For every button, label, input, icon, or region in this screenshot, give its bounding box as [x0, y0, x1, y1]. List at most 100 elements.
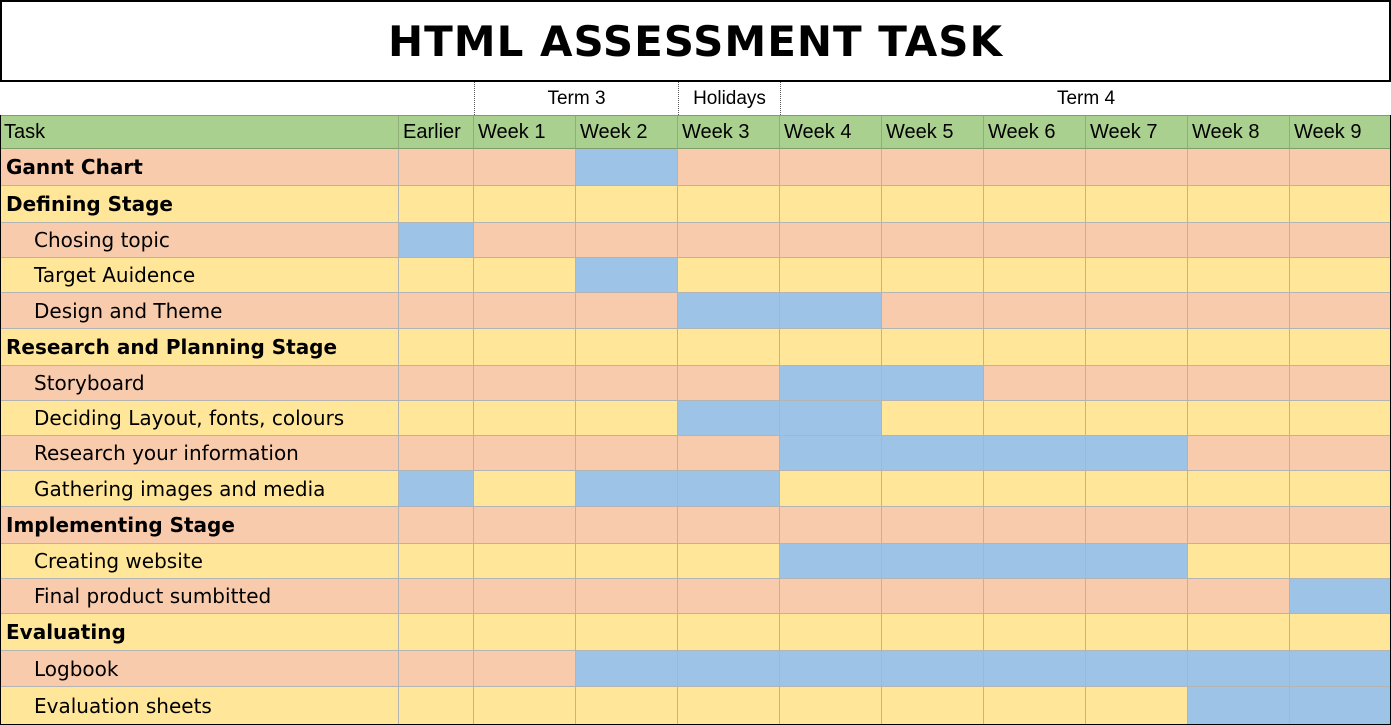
- schedule-cell[interactable]: [576, 223, 678, 258]
- schedule-cell[interactable]: [1188, 436, 1290, 471]
- schedule-cell[interactable]: [1290, 507, 1391, 544]
- scheduled-cell[interactable]: [1086, 436, 1188, 471]
- schedule-cell[interactable]: [882, 687, 984, 725]
- scheduled-cell[interactable]: [399, 471, 474, 507]
- scheduled-cell[interactable]: [1290, 687, 1391, 725]
- schedule-cell[interactable]: [1188, 507, 1290, 544]
- schedule-cell[interactable]: [882, 149, 984, 186]
- schedule-cell[interactable]: [882, 329, 984, 366]
- schedule-cell[interactable]: [984, 293, 1086, 329]
- schedule-cell[interactable]: [399, 149, 474, 186]
- schedule-cell[interactable]: [780, 507, 882, 544]
- schedule-cell[interactable]: [882, 507, 984, 544]
- schedule-cell[interactable]: [780, 471, 882, 507]
- schedule-cell[interactable]: [576, 329, 678, 366]
- schedule-cell[interactable]: [474, 149, 576, 186]
- schedule-cell[interactable]: [1188, 544, 1290, 579]
- schedule-cell[interactable]: [399, 258, 474, 293]
- schedule-cell[interactable]: [399, 651, 474, 687]
- schedule-cell[interactable]: [882, 293, 984, 329]
- schedule-cell[interactable]: [984, 401, 1086, 436]
- schedule-cell[interactable]: [1086, 366, 1188, 401]
- schedule-cell[interactable]: [1290, 471, 1391, 507]
- schedule-cell[interactable]: [1188, 293, 1290, 329]
- schedule-cell[interactable]: [1290, 258, 1391, 293]
- schedule-cell[interactable]: [1188, 329, 1290, 366]
- scheduled-cell[interactable]: [780, 436, 882, 471]
- scheduled-cell[interactable]: [576, 149, 678, 186]
- scheduled-cell[interactable]: [678, 293, 780, 329]
- scheduled-cell[interactable]: [780, 401, 882, 436]
- schedule-cell[interactable]: [882, 186, 984, 223]
- scheduled-cell[interactable]: [1290, 651, 1391, 687]
- schedule-cell[interactable]: [882, 258, 984, 293]
- schedule-cell[interactable]: [576, 544, 678, 579]
- schedule-cell[interactable]: [678, 436, 780, 471]
- schedule-cell[interactable]: [474, 329, 576, 366]
- scheduled-cell[interactable]: [1086, 651, 1188, 687]
- schedule-cell[interactable]: [984, 258, 1086, 293]
- schedule-cell[interactable]: [474, 614, 576, 651]
- schedule-cell[interactable]: [780, 223, 882, 258]
- schedule-cell[interactable]: [780, 149, 882, 186]
- schedule-cell[interactable]: [576, 579, 678, 614]
- schedule-cell[interactable]: [984, 471, 1086, 507]
- schedule-cell[interactable]: [984, 614, 1086, 651]
- schedule-cell[interactable]: [1188, 614, 1290, 651]
- schedule-cell[interactable]: [399, 614, 474, 651]
- schedule-cell[interactable]: [882, 471, 984, 507]
- schedule-cell[interactable]: [399, 401, 474, 436]
- schedule-cell[interactable]: [678, 258, 780, 293]
- scheduled-cell[interactable]: [882, 436, 984, 471]
- schedule-cell[interactable]: [984, 186, 1086, 223]
- schedule-cell[interactable]: [678, 687, 780, 725]
- schedule-cell[interactable]: [474, 471, 576, 507]
- schedule-cell[interactable]: [576, 436, 678, 471]
- schedule-cell[interactable]: [474, 293, 576, 329]
- schedule-cell[interactable]: [678, 329, 780, 366]
- schedule-cell[interactable]: [1290, 614, 1391, 651]
- schedule-cell[interactable]: [474, 223, 576, 258]
- scheduled-cell[interactable]: [984, 436, 1086, 471]
- schedule-cell[interactable]: [399, 293, 474, 329]
- schedule-cell[interactable]: [984, 366, 1086, 401]
- schedule-cell[interactable]: [780, 687, 882, 725]
- schedule-cell[interactable]: [1086, 401, 1188, 436]
- schedule-cell[interactable]: [1290, 293, 1391, 329]
- schedule-cell[interactable]: [576, 366, 678, 401]
- schedule-cell[interactable]: [984, 687, 1086, 725]
- schedule-cell[interactable]: [882, 223, 984, 258]
- schedule-cell[interactable]: [984, 507, 1086, 544]
- schedule-cell[interactable]: [474, 401, 576, 436]
- schedule-cell[interactable]: [1086, 293, 1188, 329]
- schedule-cell[interactable]: [678, 507, 780, 544]
- schedule-cell[interactable]: [474, 366, 576, 401]
- scheduled-cell[interactable]: [1290, 579, 1391, 614]
- scheduled-cell[interactable]: [1188, 651, 1290, 687]
- schedule-cell[interactable]: [984, 579, 1086, 614]
- schedule-cell[interactable]: [399, 544, 474, 579]
- schedule-cell[interactable]: [1188, 258, 1290, 293]
- scheduled-cell[interactable]: [984, 651, 1086, 687]
- scheduled-cell[interactable]: [576, 651, 678, 687]
- schedule-cell[interactable]: [882, 614, 984, 651]
- schedule-cell[interactable]: [576, 614, 678, 651]
- schedule-cell[interactable]: [576, 186, 678, 223]
- schedule-cell[interactable]: [1086, 223, 1188, 258]
- scheduled-cell[interactable]: [780, 293, 882, 329]
- schedule-cell[interactable]: [399, 436, 474, 471]
- schedule-cell[interactable]: [678, 186, 780, 223]
- schedule-cell[interactable]: [576, 401, 678, 436]
- scheduled-cell[interactable]: [780, 366, 882, 401]
- scheduled-cell[interactable]: [882, 366, 984, 401]
- schedule-cell[interactable]: [1188, 401, 1290, 436]
- scheduled-cell[interactable]: [780, 651, 882, 687]
- schedule-cell[interactable]: [474, 544, 576, 579]
- schedule-cell[interactable]: [1290, 436, 1391, 471]
- scheduled-cell[interactable]: [399, 223, 474, 258]
- schedule-cell[interactable]: [882, 579, 984, 614]
- schedule-cell[interactable]: [1188, 223, 1290, 258]
- schedule-cell[interactable]: [1290, 329, 1391, 366]
- schedule-cell[interactable]: [984, 329, 1086, 366]
- schedule-cell[interactable]: [780, 258, 882, 293]
